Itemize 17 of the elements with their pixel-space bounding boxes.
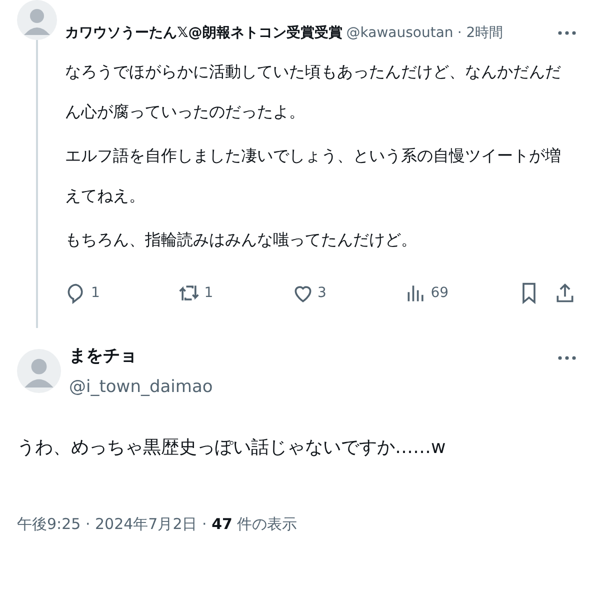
- display-name[interactable]: カワウソうーたん𝕏@朗報ネトコン受賞受賞: [65, 24, 342, 42]
- action-count: 3: [318, 285, 326, 301]
- user-handle[interactable]: @kawausoutan: [346, 25, 454, 41]
- post-text: うわ、めっちゃ黒歴史っぽい話じゃないですか……w: [17, 436, 447, 459]
- action-count: 1: [204, 285, 214, 301]
- display-name[interactable]: まをチョ: [69, 344, 213, 367]
- more-icon[interactable]: [558, 356, 576, 360]
- post-text: エルフ語を自作しました凄いでしょう、という系の自慢ツイートが増えてねえ。: [65, 145, 562, 207]
- post-text: もちろん、指輪読みはみんな嗤ってたんだけど。: [65, 229, 418, 251]
- post-text: なろうでほがらかに活動していた頃もあったんだけど、なんかだんだん心が腐っていったのだったよ。: [65, 61, 562, 123]
- action-count: 1: [91, 285, 100, 301]
- action-count: 69: [430, 285, 449, 301]
- share-icon[interactable]: [554, 282, 576, 304]
- post-time[interactable]: · 2時間: [457, 24, 504, 42]
- post-meta: 午後9:25 · 2024年7月2日 · 47 件の表示: [17, 515, 298, 534]
- more-icon[interactable]: [558, 31, 576, 35]
- user-handle[interactable]: @i_town_daimao: [69, 377, 213, 397]
